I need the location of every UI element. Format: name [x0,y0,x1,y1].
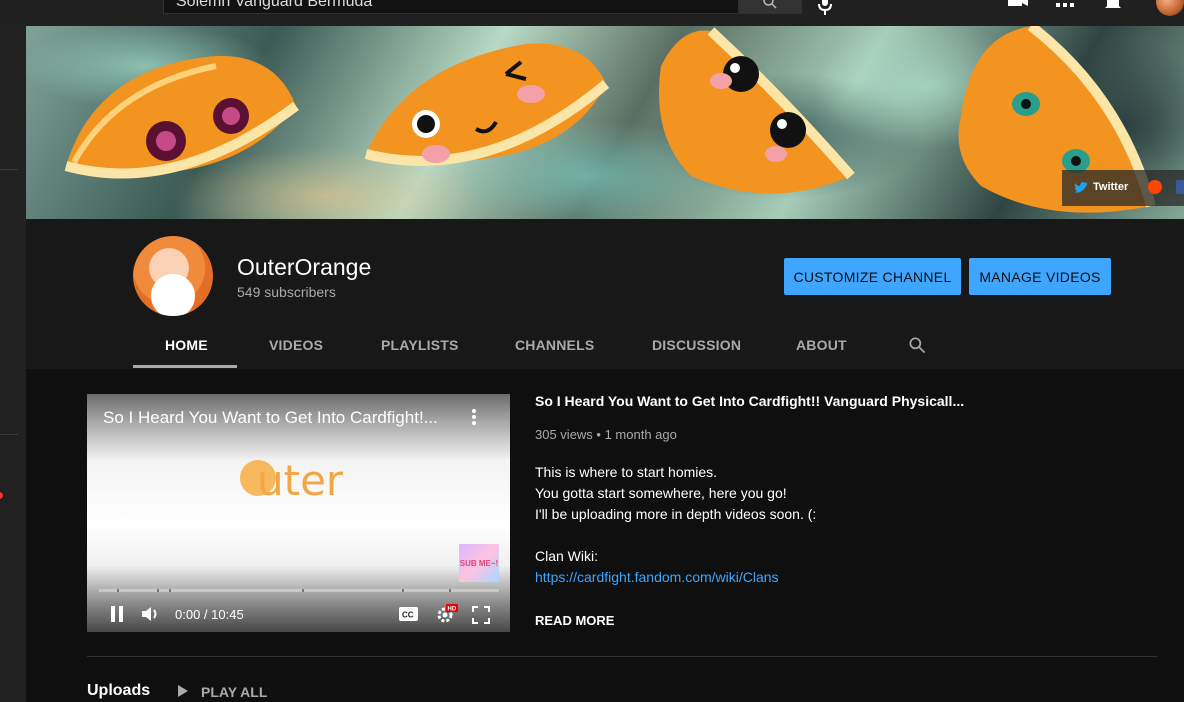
channel-search-icon[interactable] [907,335,927,355]
chapter-marker [402,589,404,592]
create-video-icon[interactable] [1008,0,1028,10]
chapter-marker [449,589,451,592]
microphone-icon[interactable] [816,0,834,18]
pause-icon[interactable] [109,605,125,623]
featured-video-description: This is where to start homies. You gotta… [535,462,816,588]
description-line: I'll be uploading more in depth videos s… [535,506,817,522]
tab-discussion[interactable]: DISCUSSION [652,337,741,353]
clan-wiki-link[interactable]: https://cardfight.fandom.com/wiki/Clans [535,567,816,588]
orange-slice-art [364,43,610,166]
chapter-marker [302,589,304,592]
reddit-icon[interactable] [1148,180,1162,194]
featured-video-meta: 305 views • 1 month ago [535,427,677,442]
channel-banner: Twitter [26,26,1184,219]
search-input[interactable]: Solemn Vanguard Bermuda [163,0,739,14]
play-all-button[interactable]: PLAY ALL [201,684,267,700]
settings-gear-icon[interactable]: HD [436,604,458,624]
live-indicator-dot [0,492,3,499]
orange-slice-art [659,27,855,194]
uploads-section-title[interactable]: Uploads [87,682,150,700]
description-line: Clan Wiki: [535,548,599,564]
player-title[interactable]: So I Heard You Want to Get Into Cardfigh… [103,408,438,428]
channel-header: OuterOrange 549 subscribers CUSTOMIZE CH… [26,219,1184,369]
svg-text:HD: HD [448,607,457,613]
search-button[interactable] [738,0,802,14]
svg-text:CC: CC [402,611,414,620]
progress-bar[interactable] [99,589,499,592]
tab-about[interactable]: ABOUT [796,337,847,353]
closed-captions-icon[interactable]: CC [399,607,418,621]
subscriber-count: 549 subscribers [237,284,336,300]
more-vert-icon[interactable] [471,408,477,426]
banner-social-links: Twitter [1062,170,1184,206]
time-display: 0:00 / 10:45 [175,607,244,622]
description-line [535,525,816,546]
read-more-button[interactable]: READ MORE [535,613,614,628]
description-line: This is where to start homies. [535,464,718,480]
notifications-bell-icon[interactable] [1104,0,1122,10]
twitter-link[interactable]: Twitter [1093,181,1128,193]
chapter-marker [157,589,159,592]
search-icon [763,0,777,9]
twitter-icon[interactable] [1074,182,1088,194]
fullscreen-icon[interactable] [472,606,490,624]
section-divider [87,656,1157,657]
account-avatar[interactable] [1156,0,1184,16]
outer-logo-text: uter [257,456,344,505]
play-icon[interactable] [177,684,189,698]
featured-video-player[interactable]: So I Heard You Want to Get Into Cardfigh… [87,394,510,632]
tab-videos[interactable]: VIDEOS [269,337,323,353]
volume-icon[interactable] [141,605,159,623]
apps-icon[interactable] [1056,0,1074,8]
chapter-marker [169,589,171,592]
facebook-icon[interactable] [1176,180,1184,194]
sidebar-divider [0,169,18,170]
search-query: Solemn Vanguard Bermuda [176,0,373,10]
channel-name: OuterOrange [237,254,372,280]
masthead: Solemn Vanguard Bermuda [0,0,1184,26]
tab-playlists[interactable]: PLAYLISTS [381,337,459,353]
chapter-marker [117,589,119,592]
tab-home[interactable]: HOME [165,337,208,353]
subscribe-watermark[interactable]: SUB ME~! [459,544,499,582]
sidebar-divider [0,434,18,435]
manage-videos-button[interactable]: MANAGE VIDEOS [969,258,1111,295]
orange-slice-art [64,55,299,179]
active-tab-indicator [133,365,237,368]
channel-avatar[interactable] [133,236,213,316]
description-line: You gotta start somewhere, here you go! [535,485,787,501]
tab-channels[interactable]: CHANNELS [515,337,594,353]
featured-video-title[interactable]: So I Heard You Want to Get Into Cardfigh… [535,393,964,409]
customize-channel-button[interactable]: CUSTOMIZE CHANNEL [784,258,961,295]
left-sidebar [0,26,26,702]
